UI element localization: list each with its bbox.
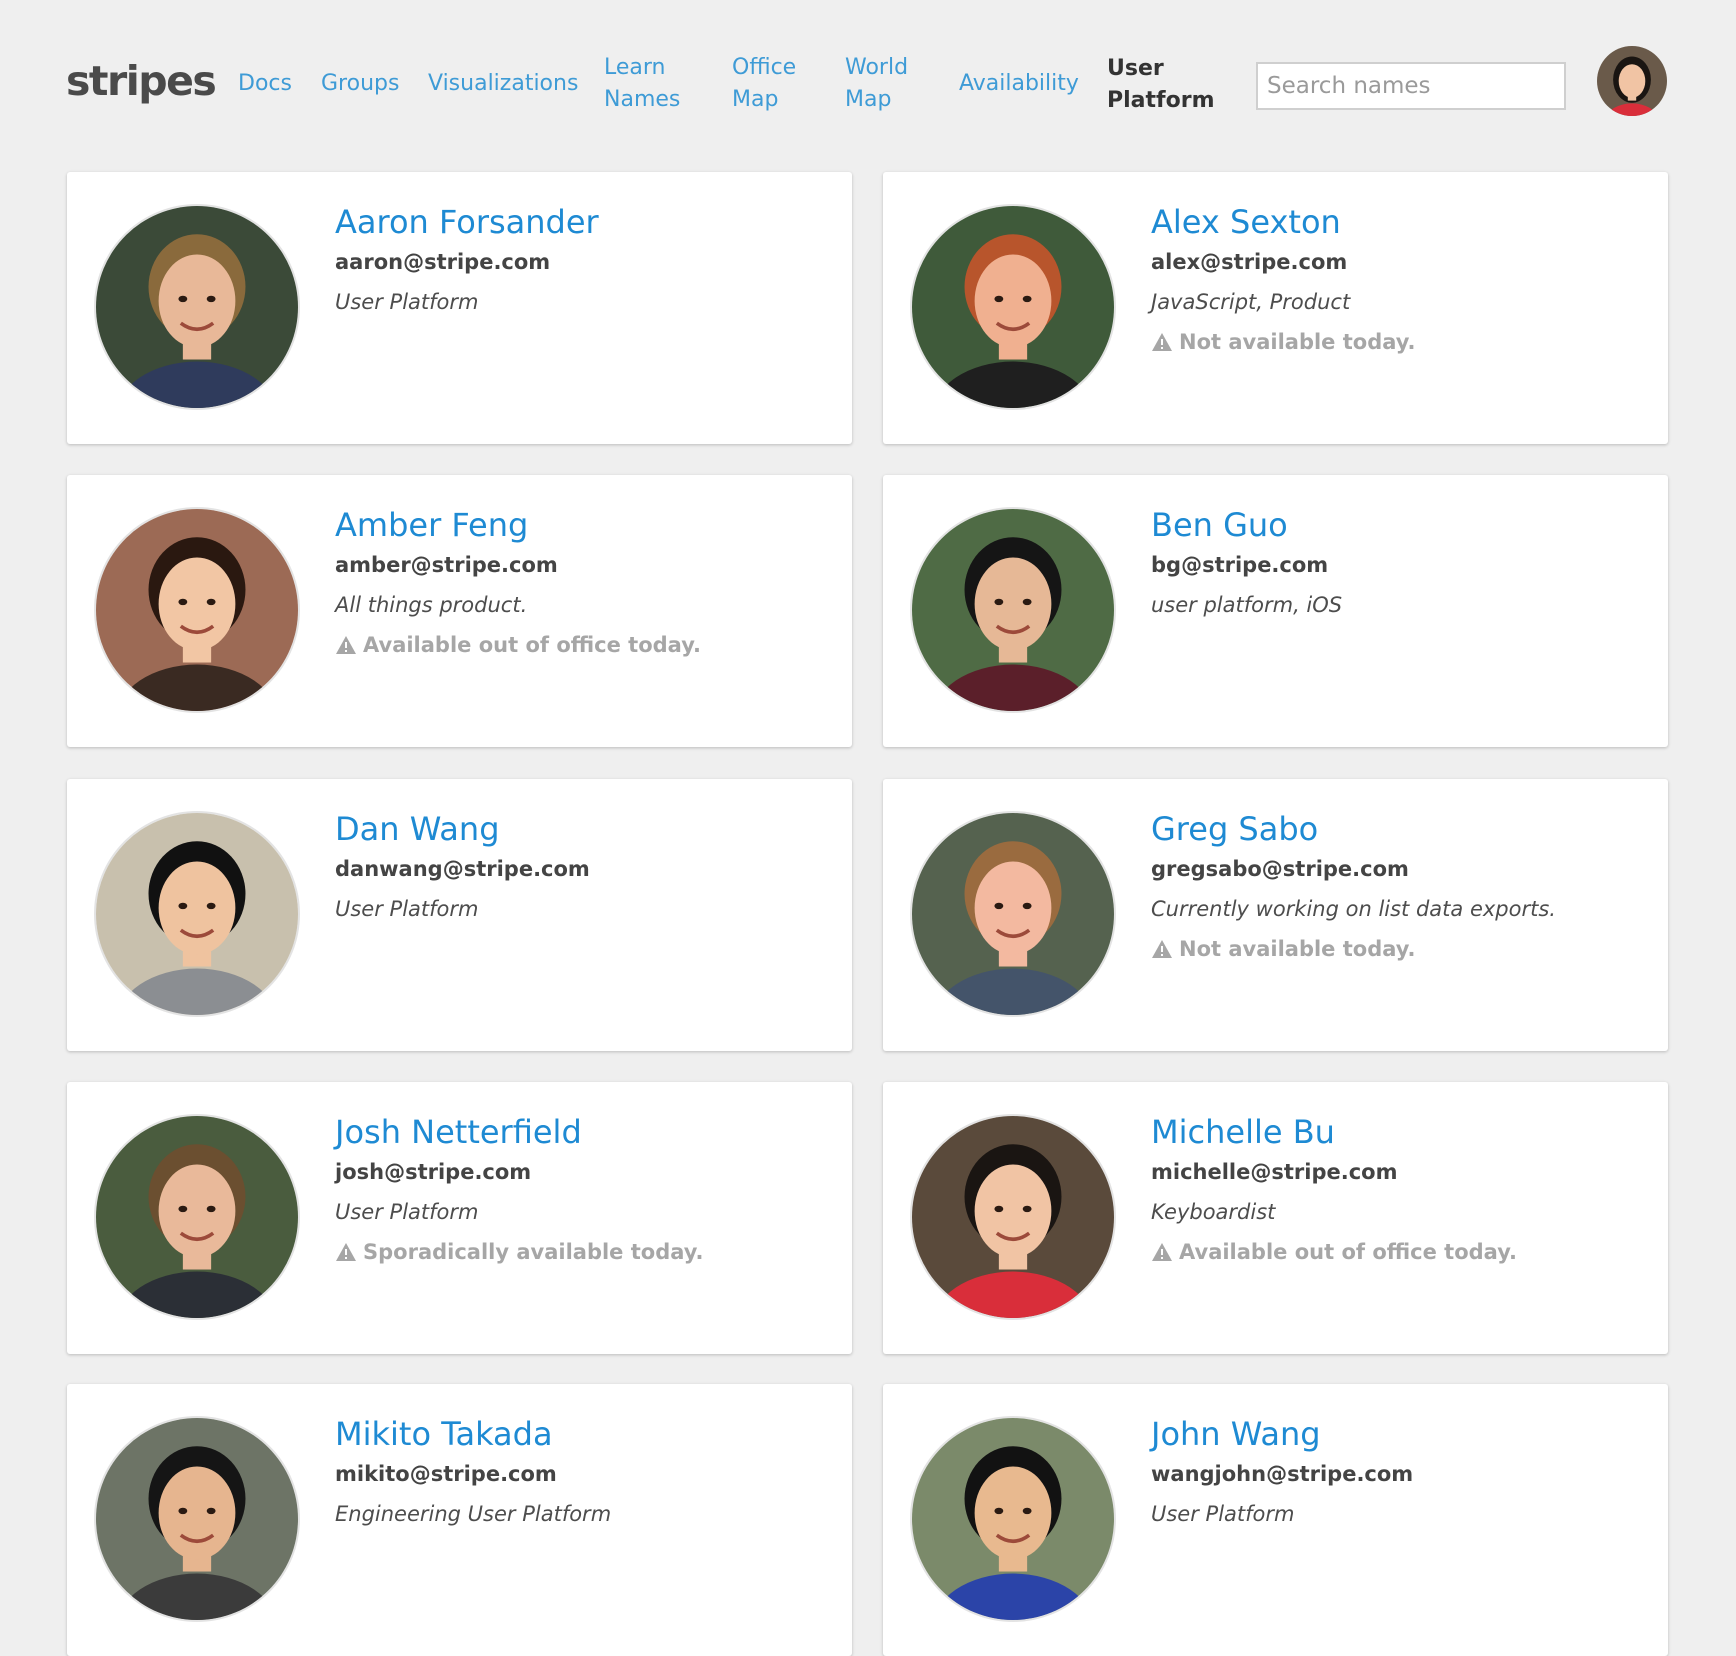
person-photo-icon <box>912 1418 1114 1620</box>
person-email: bg@stripe.com <box>1151 553 1329 577</box>
search-input[interactable] <box>1256 62 1566 110</box>
person-avatar[interactable] <box>910 204 1116 410</box>
person-avatar[interactable] <box>94 811 300 1017</box>
person-email: josh@stripe.com <box>335 1160 532 1184</box>
person-info: Mikito Takada mikito@stripe.com Engineerin… <box>335 1412 832 1530</box>
person-avatar[interactable] <box>94 204 300 410</box>
person-card: Josh Netterfield josh@stripe.com User Plat… <box>67 1082 852 1354</box>
person-photo-icon <box>912 1116 1114 1318</box>
person-team: JavaScript, Product <box>1151 290 1351 314</box>
person-photo-icon <box>96 1418 298 1620</box>
person-email: danwang@stripe.com <box>335 857 590 881</box>
person-name-link[interactable]: Alex Sexton <box>1151 200 1648 244</box>
warning-icon <box>1151 332 1173 352</box>
person-photo-icon <box>96 509 298 711</box>
nav-visualizations[interactable]: Visualizations <box>428 68 578 100</box>
person-team: User Platform <box>335 1200 479 1224</box>
person-avatar[interactable] <box>94 1114 300 1320</box>
availability-status: Sporadically available today. <box>335 1236 832 1268</box>
person-info: Josh Netterfield josh@stripe.com User Plat… <box>335 1110 832 1268</box>
person-photo-icon <box>912 813 1114 1015</box>
person-photo-icon <box>96 813 298 1015</box>
nav-learn-names[interactable]: Learn Names <box>604 52 700 116</box>
top-navigation: stripes Docs Groups Visualizations Learn… <box>0 0 1736 160</box>
person-email: mikito@stripe.com <box>335 1462 557 1486</box>
person-email: gregsabo@stripe.com <box>1151 857 1409 881</box>
person-card: Michelle Bu michelle@stripe.com Keyboardis… <box>883 1082 1668 1354</box>
person-team: Keyboardist <box>1151 1200 1276 1224</box>
warning-icon <box>1151 939 1173 959</box>
person-name-link[interactable]: Dan Wang <box>335 807 832 851</box>
nav-office-map[interactable]: Office Map <box>732 52 812 116</box>
person-email: aaron@stripe.com <box>335 250 551 274</box>
availability-status-text: Sporadically available today. <box>363 1240 704 1264</box>
availability-status-text: Available out of office today. <box>363 633 701 657</box>
availability-status: Available out of office today. <box>1151 1236 1648 1268</box>
person-info: Alex Sexton alex@stripe.com JavaScript, Pr… <box>1151 200 1648 358</box>
person-card: Mikito Takada mikito@stripe.com Engineerin… <box>67 1384 852 1656</box>
person-team: User Platform <box>335 897 479 921</box>
person-photo-icon <box>96 1116 298 1318</box>
current-user-avatar[interactable] <box>1597 46 1667 116</box>
person-info: Greg Sabo gregsabo@stripe.com Currently wo… <box>1151 807 1648 965</box>
person-photo-icon <box>912 206 1114 408</box>
person-card: Amber Feng amber@stripe.com All things pro… <box>67 475 852 747</box>
person-info: Dan Wang danwang@stripe.com User Platform <box>335 807 832 925</box>
person-card: John Wang wangjohn@stripe.com User Platfor… <box>883 1384 1668 1656</box>
person-email: alex@stripe.com <box>1151 250 1348 274</box>
person-name-link[interactable]: Ben Guo <box>1151 503 1648 547</box>
person-name-link[interactable]: Amber Feng <box>335 503 832 547</box>
person-card: Ben Guo bg@stripe.com user platform, iOS <box>883 475 1668 747</box>
person-email: amber@stripe.com <box>335 553 558 577</box>
person-avatar[interactable] <box>94 1416 300 1622</box>
person-info: Ben Guo bg@stripe.com user platform, iOS <box>1151 503 1648 621</box>
person-card: Alex Sexton alex@stripe.com JavaScript, Pr… <box>883 172 1668 444</box>
person-avatar[interactable] <box>910 1416 1116 1622</box>
nav-availability[interactable]: Availability <box>959 68 1079 100</box>
stripes-logo[interactable]: stripes <box>66 56 217 106</box>
person-email: wangjohn@stripe.com <box>1151 1462 1414 1486</box>
person-info: Michelle Bu michelle@stripe.com Keyboardis… <box>1151 1110 1648 1268</box>
availability-status-text: Not available today. <box>1179 937 1416 961</box>
person-photo-icon <box>912 509 1114 711</box>
availability-status-text: Available out of office today. <box>1179 1240 1517 1264</box>
person-avatar[interactable] <box>910 811 1116 1017</box>
person-avatar[interactable] <box>910 1114 1116 1320</box>
person-name-link[interactable]: Mikito Takada <box>335 1412 832 1456</box>
person-card: Greg Sabo gregsabo@stripe.com Currently wo… <box>883 779 1668 1051</box>
nav-docs[interactable]: Docs <box>238 68 292 100</box>
person-photo-icon <box>96 206 298 408</box>
person-name-link[interactable]: Aaron Forsander <box>335 200 832 244</box>
warning-icon <box>335 1242 357 1262</box>
nav-world-map[interactable]: World Map <box>845 52 925 116</box>
person-name-link[interactable]: Josh Netterfield <box>335 1110 832 1154</box>
person-card: Aaron Forsander aaron@stripe.com User Plat… <box>67 172 852 444</box>
nav-groups[interactable]: Groups <box>321 68 399 100</box>
availability-status-text: Not available today. <box>1179 330 1416 354</box>
warning-icon <box>1151 1242 1173 1262</box>
person-info: Aaron Forsander aaron@stripe.com User Plat… <box>335 200 832 318</box>
person-avatar[interactable] <box>94 507 300 713</box>
person-name-link[interactable]: John Wang <box>1151 1412 1648 1456</box>
availability-status: Not available today. <box>1151 933 1648 965</box>
person-team: User Platform <box>1151 1502 1295 1526</box>
person-email: michelle@stripe.com <box>1151 1160 1398 1184</box>
person-team: All things product. <box>335 593 528 617</box>
person-name-link[interactable]: Greg Sabo <box>1151 807 1648 851</box>
person-info: John Wang wangjohn@stripe.com User Platfor… <box>1151 1412 1648 1530</box>
person-card: Dan Wang danwang@stripe.com User Platform <box>67 779 852 1051</box>
person-info: Amber Feng amber@stripe.com All things pro… <box>335 503 832 661</box>
person-team: Currently working on list data exports. <box>1151 897 1556 921</box>
person-avatar[interactable] <box>910 507 1116 713</box>
person-name-link[interactable]: Michelle Bu <box>1151 1110 1648 1154</box>
person-team: Engineering User Platform <box>335 1502 612 1526</box>
user-avatar-icon <box>1597 46 1667 116</box>
warning-icon <box>335 635 357 655</box>
nav-user-platform[interactable]: User Platform <box>1107 53 1227 117</box>
availability-status: Not available today. <box>1151 326 1648 358</box>
person-team: User Platform <box>335 290 479 314</box>
availability-status: Available out of office today. <box>335 629 832 661</box>
person-team: user platform, iOS <box>1151 593 1343 617</box>
